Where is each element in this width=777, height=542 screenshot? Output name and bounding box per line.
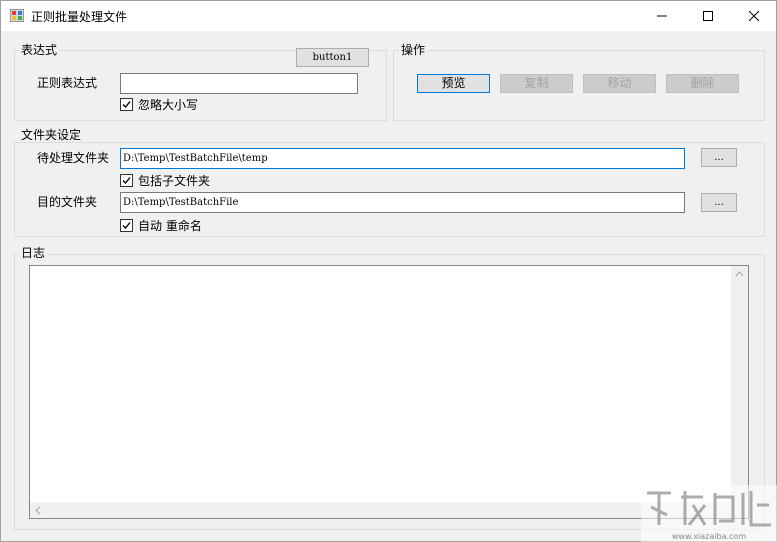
scroll-left-arrow-icon[interactable] <box>35 506 41 518</box>
target-browse-button[interactable]: ... <box>701 193 737 212</box>
include-subfolders-label: 包括子文件夹 <box>138 174 211 188</box>
source-folder-label: 待处理文件夹 <box>37 151 110 165</box>
operations-group-label: 操作 <box>399 43 428 57</box>
checkmark-icon <box>122 101 131 108</box>
copy-button[interactable]: 复制 <box>500 74 573 93</box>
close-button[interactable] <box>731 1 777 31</box>
target-folder-input[interactable]: D:\Temp\TestBatchFile <box>120 192 685 213</box>
log-textarea[interactable] <box>29 265 749 519</box>
target-folder-label: 目的文件夹 <box>37 195 98 209</box>
source-folder-input[interactable]: D:\Temp\TestBatchFile\temp <box>120 148 685 169</box>
checkbox-box <box>120 98 133 111</box>
folder-group-label: 文件夹设定 <box>19 128 84 142</box>
source-browse-button[interactable]: ... <box>701 148 737 167</box>
watermark-url: www.xiazaiba.com <box>672 532 746 541</box>
scroll-up-arrow-icon[interactable] <box>735 271 744 280</box>
button1-button[interactable]: button1 <box>296 48 369 67</box>
preview-button[interactable]: 预览 <box>417 74 490 93</box>
main-window: 正则批量处理文件 表达式 正则表达式 button1 忽略大小写 操作 预览 复… <box>0 0 777 542</box>
window-title: 正则批量处理文件 <box>31 10 128 24</box>
close-icon <box>749 11 759 21</box>
regex-label: 正则表达式 <box>37 76 98 90</box>
auto-rename-checkbox[interactable]: 自动 重命名 <box>120 217 202 234</box>
maximize-icon <box>703 11 713 21</box>
checkbox-box <box>120 219 133 232</box>
log-group-label: 日志 <box>19 246 48 260</box>
watermark-logo: www.xiazaiba.com <box>641 485 777 542</box>
horizontal-scrollbar[interactable] <box>30 502 731 518</box>
app-icon <box>10 9 24 22</box>
ignore-case-checkbox[interactable]: 忽略大小写 <box>120 96 198 113</box>
move-button[interactable]: 移动 <box>583 74 656 93</box>
maximize-button[interactable] <box>685 1 731 31</box>
checkbox-box <box>120 174 133 187</box>
delete-button[interactable]: 删除 <box>666 74 739 93</box>
include-subfolders-checkbox[interactable]: 包括子文件夹 <box>120 172 210 189</box>
auto-rename-label: 自动 重命名 <box>138 219 202 233</box>
ignore-case-label: 忽略大小写 <box>138 98 199 112</box>
checkmark-icon <box>122 177 131 184</box>
minimize-icon <box>657 15 667 17</box>
title-bar[interactable]: 正则批量处理文件 <box>1 1 776 31</box>
vertical-scrollbar[interactable] <box>731 266 748 503</box>
expression-group-label: 表达式 <box>19 43 60 57</box>
checkmark-icon <box>122 222 131 229</box>
minimize-button[interactable] <box>639 1 685 31</box>
regex-input[interactable] <box>120 73 358 94</box>
